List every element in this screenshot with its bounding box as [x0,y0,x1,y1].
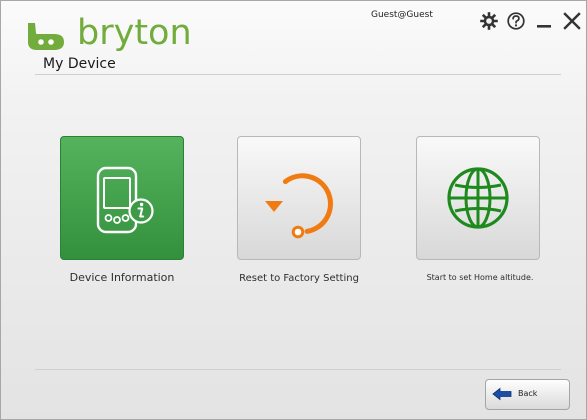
bryton-logo: bryton [25,13,192,58]
home-altitude-label[interactable]: Start to set Home altitude. [400,271,560,284]
minimize-icon [537,25,551,28]
back-arrow-icon [492,387,512,401]
my-device-window: bryton Guest@Guest My Device Device Info… [0,0,587,420]
header-divider [35,74,561,75]
footer-divider [35,369,561,370]
device-information-tile[interactable] [60,136,184,260]
page-title: My Device [43,56,116,72]
reset-factory-tile[interactable] [237,136,361,260]
back-label: Back [518,389,538,398]
brand-name: bryton [77,13,192,53]
globe-icon [447,167,509,229]
home-altitude-tile[interactable] [416,136,540,260]
bryton-bike-icon [28,23,64,50]
close-icon [563,12,581,30]
back-button[interactable]: Back [485,379,570,410]
close-button[interactable] [562,11,582,31]
device-info-icon [96,166,154,234]
reset-factory-label[interactable]: Reset to Factory Setting [227,272,371,285]
help-icon [507,12,525,30]
reset-icon [265,173,333,239]
user-account-label: Guest@Guest [371,10,433,20]
settings-button[interactable] [479,11,499,31]
help-button[interactable] [506,11,526,31]
device-information-label[interactable]: Device Information [50,271,194,284]
gear-icon [480,12,498,30]
minimize-button[interactable] [535,11,555,31]
